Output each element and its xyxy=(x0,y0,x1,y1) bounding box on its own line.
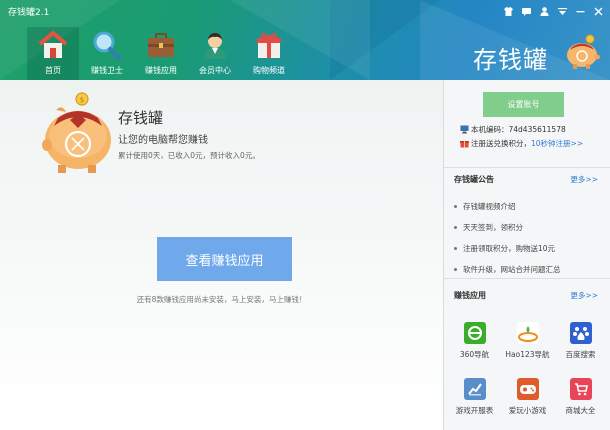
register-prefix: 注册送兑换积分， xyxy=(471,139,531,148)
briefcase-icon xyxy=(144,29,178,61)
app-tile-hao123[interactable]: Hao123导航 xyxy=(501,322,554,370)
notices-title: 存钱罐公告 xyxy=(454,175,494,184)
notice-item[interactable]: 存钱罐视频介绍 xyxy=(454,196,604,217)
nav-item-shopping[interactable]: 购物频道 xyxy=(243,27,295,80)
mini-game-icon xyxy=(516,378,539,400)
notices-more-link[interactable]: 更多>> xyxy=(570,174,598,185)
divider xyxy=(444,167,610,168)
notice-list: 存钱罐视频介绍 天天签到，领积分 注册领取积分，购物送10元 软件升级，网站合并… xyxy=(454,196,604,280)
nav-item-home[interactable]: 首页 xyxy=(27,27,79,80)
main-title: 存钱罐 xyxy=(118,109,164,127)
setup-account-button[interactable]: 设置账号 xyxy=(483,92,564,117)
app-tile-game-server[interactable]: 游戏开服表 xyxy=(448,378,501,426)
home-icon xyxy=(36,29,70,61)
nav-label: 首页 xyxy=(45,66,61,75)
nav-item-money-guard[interactable]: 赚钱卫士 xyxy=(81,27,133,80)
nav-label: 购物频道 xyxy=(253,66,285,75)
notice-text: 软件升级，网站合并问题汇总 xyxy=(463,265,561,274)
piggy-bank-illustration: $ xyxy=(40,90,114,174)
game-server-icon xyxy=(463,378,486,400)
app-tile-mini-games[interactable]: 爱玩小游戏 xyxy=(501,378,554,426)
apps-more-link[interactable]: 更多>> xyxy=(570,290,598,301)
nav-label: 会员中心 xyxy=(199,66,231,75)
bullet-icon xyxy=(454,268,457,271)
main-nav: 首页 赚钱卫士 赚钱应用 会员中心 购物频道 xyxy=(27,27,297,80)
notice-item[interactable]: 软件升级，网站合并问题汇总 xyxy=(454,259,604,280)
baidu-icon xyxy=(569,322,592,344)
menu-icon[interactable] xyxy=(557,6,568,17)
notice-text: 注册领取积分，购物送10元 xyxy=(463,244,556,253)
notice-text: 存钱罐视频介绍 xyxy=(463,202,516,211)
title-bar: 存钱罐2.1 首页 赚钱卫士 赚钱应用 会员中心 购物频道 存钱罐 xyxy=(0,0,610,80)
apps-grid: 360导航 Hao123导航 百度搜索 游戏开服表 爱玩小游戏 商城大全 xyxy=(448,322,608,426)
app-tile-360-nav[interactable]: 360导航 xyxy=(448,322,501,370)
bullet-icon xyxy=(454,247,457,250)
usage-stats: 累计使用0天，已收入0元，预计收入0元。 xyxy=(118,151,260,160)
app-label: 游戏开服表 xyxy=(455,406,494,415)
nav-item-money-apps[interactable]: 赚钱应用 xyxy=(135,27,187,80)
app-label: 爱玩小游戏 xyxy=(508,406,547,415)
nav-label: 赚钱卫士 xyxy=(91,66,123,75)
register-link[interactable]: 10秒钟注册>> xyxy=(531,138,583,149)
window-controls xyxy=(503,6,604,17)
member-icon xyxy=(198,29,232,61)
brand-title: 存钱罐 xyxy=(473,46,548,74)
main-panel: $ 存钱罐 让您的电脑帮您赚钱 累计使用0天，已收入0元，预计收入0元。 查看赚… xyxy=(0,80,443,430)
computer-icon xyxy=(460,125,469,134)
machine-code-text: 本机编码：74d435611578 xyxy=(471,125,566,134)
app-title: 存钱罐2.1 xyxy=(8,8,50,18)
bullet-icon xyxy=(454,205,457,208)
view-money-apps-button[interactable]: 查看赚钱应用 xyxy=(157,237,292,281)
message-icon[interactable] xyxy=(521,6,532,17)
close-icon[interactable] xyxy=(593,6,604,17)
main-subtitle: 让您的电脑帮您赚钱 xyxy=(118,135,208,146)
nav-item-member-center[interactable]: 会员中心 xyxy=(189,27,241,80)
sidebar: 设置账号 本机编码：74d435611578 注册送兑换积分， 10秒钟注册>>… xyxy=(443,80,610,430)
app-label: 360导航 xyxy=(459,350,490,359)
gift-icon xyxy=(252,29,286,61)
install-hint: 还有8款赚钱应用尚未安装，马上安装，马上赚钱！ xyxy=(136,295,307,304)
divider xyxy=(444,278,610,279)
svg-text:$: $ xyxy=(80,96,84,104)
nav-label: 赚钱应用 xyxy=(145,66,177,75)
app-label: Hao123导航 xyxy=(505,350,550,359)
gift-small-icon xyxy=(460,139,469,148)
register-row: 注册送兑换积分， 10秒钟注册>> xyxy=(460,138,583,149)
user-icon[interactable] xyxy=(539,6,550,17)
notice-text: 天天签到，领积分 xyxy=(463,223,523,232)
bullet-icon xyxy=(454,226,457,229)
mall-icon xyxy=(569,378,592,400)
app-label: 百度搜索 xyxy=(565,350,596,359)
app-label: 商城大全 xyxy=(565,406,596,415)
minimize-icon[interactable] xyxy=(575,6,586,17)
app-tile-mall[interactable]: 商城大全 xyxy=(554,378,607,426)
notice-item[interactable]: 天天签到，领积分 xyxy=(454,217,604,238)
360-nav-icon xyxy=(463,322,486,344)
machine-code-row: 本机编码：74d435611578 xyxy=(460,124,566,135)
hao123-icon xyxy=(516,322,539,344)
piggy-bank-logo xyxy=(562,32,602,72)
skin-icon[interactable] xyxy=(503,6,514,17)
app-tile-baidu[interactable]: 百度搜索 xyxy=(554,322,607,370)
notice-item[interactable]: 注册领取积分，购物送10元 xyxy=(454,238,604,259)
apps-title: 赚钱应用 xyxy=(454,291,486,300)
magnifier-icon xyxy=(90,29,124,61)
